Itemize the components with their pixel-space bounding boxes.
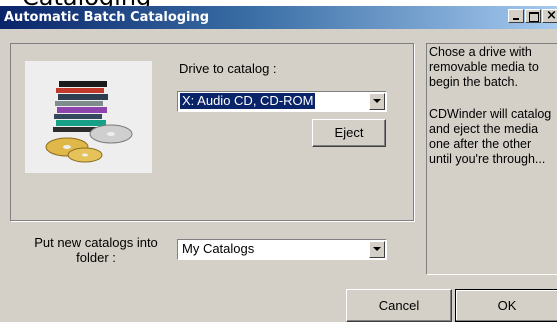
- close-icon[interactable]: ×: [542, 8, 557, 23]
- chevron-down-icon[interactable]: [369, 93, 385, 110]
- title-bar[interactable]: Automatic Batch Cataloging ×: [0, 6, 557, 29]
- help-text-details: CDWinder will catalog and eject the medi…: [429, 107, 552, 166]
- folder-label: Put new catalogs into folder :: [34, 235, 158, 265]
- drive-label: Drive to catalog :: [179, 61, 277, 76]
- window-title: Automatic Batch Cataloging: [4, 10, 210, 25]
- minimize-icon[interactable]: [508, 9, 524, 23]
- drive-select[interactable]: X: Audio CD, CD-ROM: [177, 91, 387, 112]
- maximize-icon[interactable]: [525, 9, 541, 23]
- ok-button[interactable]: OK: [455, 289, 557, 322]
- drive-select-value: X: Audio CD, CD-ROM: [180, 93, 316, 109]
- cancel-button[interactable]: Cancel: [346, 289, 452, 322]
- cd-stack-icon: [25, 61, 152, 173]
- batch-cataloging-dialog: Automatic Batch Cataloging × Drive to ca…: [0, 6, 557, 322]
- help-text-intro: Chose a drive with removable media to be…: [429, 45, 539, 89]
- eject-button[interactable]: Eject: [312, 119, 386, 147]
- folder-select-value: My Catalogs: [182, 241, 255, 256]
- chevron-down-icon[interactable]: [369, 241, 385, 258]
- folder-select[interactable]: My Catalogs: [177, 239, 387, 260]
